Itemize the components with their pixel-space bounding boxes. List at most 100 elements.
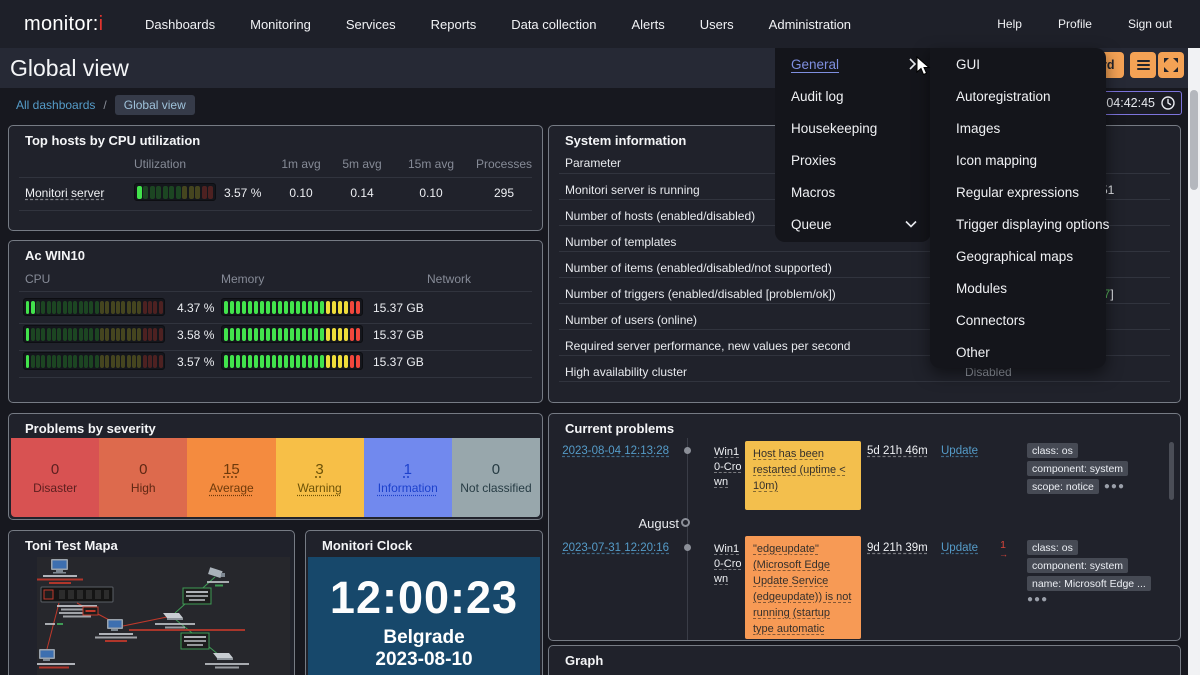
nav-item-reports[interactable]: Reports [431,17,477,32]
sysinfo-parameter: Number of items (enabled/disabled/not su… [565,261,832,275]
widget-title: Top hosts by CPU utilization [25,133,200,148]
severity-block-average[interactable]: 15 Average [187,438,275,517]
severity-block-high[interactable]: 0 High [99,438,187,517]
nav-item-services[interactable]: Services [346,17,396,32]
dashboard-menu-button[interactable] [1130,52,1156,78]
problem-host-link[interactable]: Win10-Crown [714,445,744,490]
submenu-item-images[interactable]: Images [930,112,1106,144]
submenu-item-modules[interactable]: Modules [930,272,1106,304]
tag[interactable]: name: Microsoft Edge ... [1027,576,1151,591]
sysinfo-parameter: High availability cluster [565,365,687,379]
menu-item-general[interactable]: General [775,48,931,80]
submenu-item-gui[interactable]: GUI [930,48,1106,80]
fullscreen-button[interactable] [1158,52,1184,78]
problem-description[interactable]: Host has been restarted (uptime < 10m) [745,441,861,510]
nav-item-help[interactable]: Help [997,17,1022,31]
nav-item-data-collection[interactable]: Data collection [511,17,596,32]
column-header-network: Network [427,272,471,286]
general-submenu: GUI Autoregistration Images Icon mapping… [930,48,1106,368]
more-tags-icon[interactable]: ●●● [1027,594,1048,605]
submenu-item-trigger-displaying-options[interactable]: Trigger displaying options [930,208,1106,240]
submenu-item-regular-expressions[interactable]: Regular expressions [930,176,1106,208]
problem-time-link[interactable]: 2023-07-31 12:20:16 [557,542,669,554]
widget-top-hosts: Top hosts by CPU utilization Utilization… [8,125,543,231]
menu-item-proxies[interactable]: Proxies [775,144,931,176]
network-map[interactable] [37,557,290,675]
host-link[interactable]: Monitori server [25,186,104,200]
pc-icon [37,559,83,584]
severity-block-information[interactable]: 1 Information [364,438,452,517]
page-title: Global view [10,55,129,82]
breadcrumb: All dashboards / Global view [16,95,195,115]
column-header-1m: 1m avg [271,157,331,171]
tag[interactable]: component: system [1027,461,1128,476]
widget-problems-by-severity: Problems by severity 0 Disaster 0 High 1… [8,413,543,520]
nav-item-users[interactable]: Users [700,17,734,32]
timeline-month-label: August [557,516,679,531]
unacknowledged-messages-icon[interactable]: 1 → [999,541,1007,559]
memory-value: 15.37 GB [373,301,424,315]
avg-1m-value: 0.10 [271,186,331,200]
timeline-dot [684,447,691,454]
page-scrollbar[interactable] [1188,48,1200,675]
nav-item-dashboards[interactable]: Dashboards [145,17,215,32]
status-label [183,588,211,604]
tag[interactable]: class: os [1027,443,1078,458]
network-link [47,603,59,649]
problem-time-link[interactable]: 2023-08-04 12:13:28 [557,445,669,457]
submenu-item-icon-mapping[interactable]: Icon mapping [930,144,1106,176]
tag[interactable]: component: system [1027,558,1128,573]
nav-item-sign-out[interactable]: Sign out [1128,17,1172,31]
menu-item-queue[interactable]: Queue [775,208,931,240]
column-header-parameter: Parameter [565,156,621,170]
menu-item-housekeeping[interactable]: Housekeeping [775,112,931,144]
clock-icon [1161,96,1175,110]
submenu-item-geographical-maps[interactable]: Geographical maps [930,240,1106,272]
update-link[interactable]: Update [941,445,978,457]
problem-host-link[interactable]: Win10-Crown [714,542,744,587]
menu-item-macros[interactable]: Macros [775,176,931,208]
severity-label: Not classified [460,481,531,495]
column-header-cpu: CPU [25,272,50,286]
nav-item-profile[interactable]: Profile [1058,17,1092,31]
timeline-dot [684,544,691,551]
page-scrollbar-thumb[interactable] [1190,90,1198,190]
hamburger-icon [1137,60,1150,71]
nav-item-administration[interactable]: Administration [769,17,851,32]
submenu-item-other[interactable]: Other [930,336,1106,368]
severity-block-disaster[interactable]: 0 Disaster [11,438,99,517]
sysinfo-parameter: Monitori server is running [565,183,700,197]
more-tags-icon[interactable]: ●●● [1104,481,1125,492]
severity-label: Disaster [33,481,77,495]
nav-item-alerts[interactable]: Alerts [631,17,664,32]
timeline [687,438,688,640]
nav-item-monitoring[interactable]: Monitoring [250,17,311,32]
widget-scrollbar-thumb[interactable] [1169,442,1174,500]
widget-title: Problems by severity [25,421,156,436]
widget-current-problems: Current problems 2023-08-04 12:13:28 Win… [548,413,1181,641]
severity-block-warning[interactable]: 3 Warning [276,438,364,517]
link-label [83,607,98,615]
switch-icon [155,613,195,629]
severity-count: 0 [51,461,59,478]
widget-title: Monitori Clock [322,538,412,553]
submenu-item-autoregistration[interactable]: Autoregistration [930,80,1106,112]
breadcrumb-all-dashboards-link[interactable]: All dashboards [16,98,95,112]
expand-icon [1164,58,1178,72]
tag[interactable]: class: os [1027,540,1078,555]
utilization-value: 3.57 % [224,186,261,200]
widget-title: Current problems [565,421,674,436]
severity-block-not-classified[interactable]: 0 Not classified [452,438,540,517]
severity-label: Information [378,481,438,495]
pc-icon [37,649,75,669]
tag[interactable]: scope: notice [1027,479,1099,494]
menu-item-audit-log[interactable]: Audit log [775,80,931,112]
camera-icon [207,567,229,586]
breadcrumb-current[interactable]: Global view [115,95,195,115]
problem-description[interactable]: "edgeupdate" (Microsoft Edge Update Serv… [745,536,861,639]
update-link[interactable]: Update [941,542,978,554]
app-logo: monitor:i [24,0,103,48]
submenu-item-connectors[interactable]: Connectors [930,304,1106,336]
problem-duration: 5d 21h 46m [867,445,928,457]
sysinfo-parameter: Number of templates [565,235,676,249]
